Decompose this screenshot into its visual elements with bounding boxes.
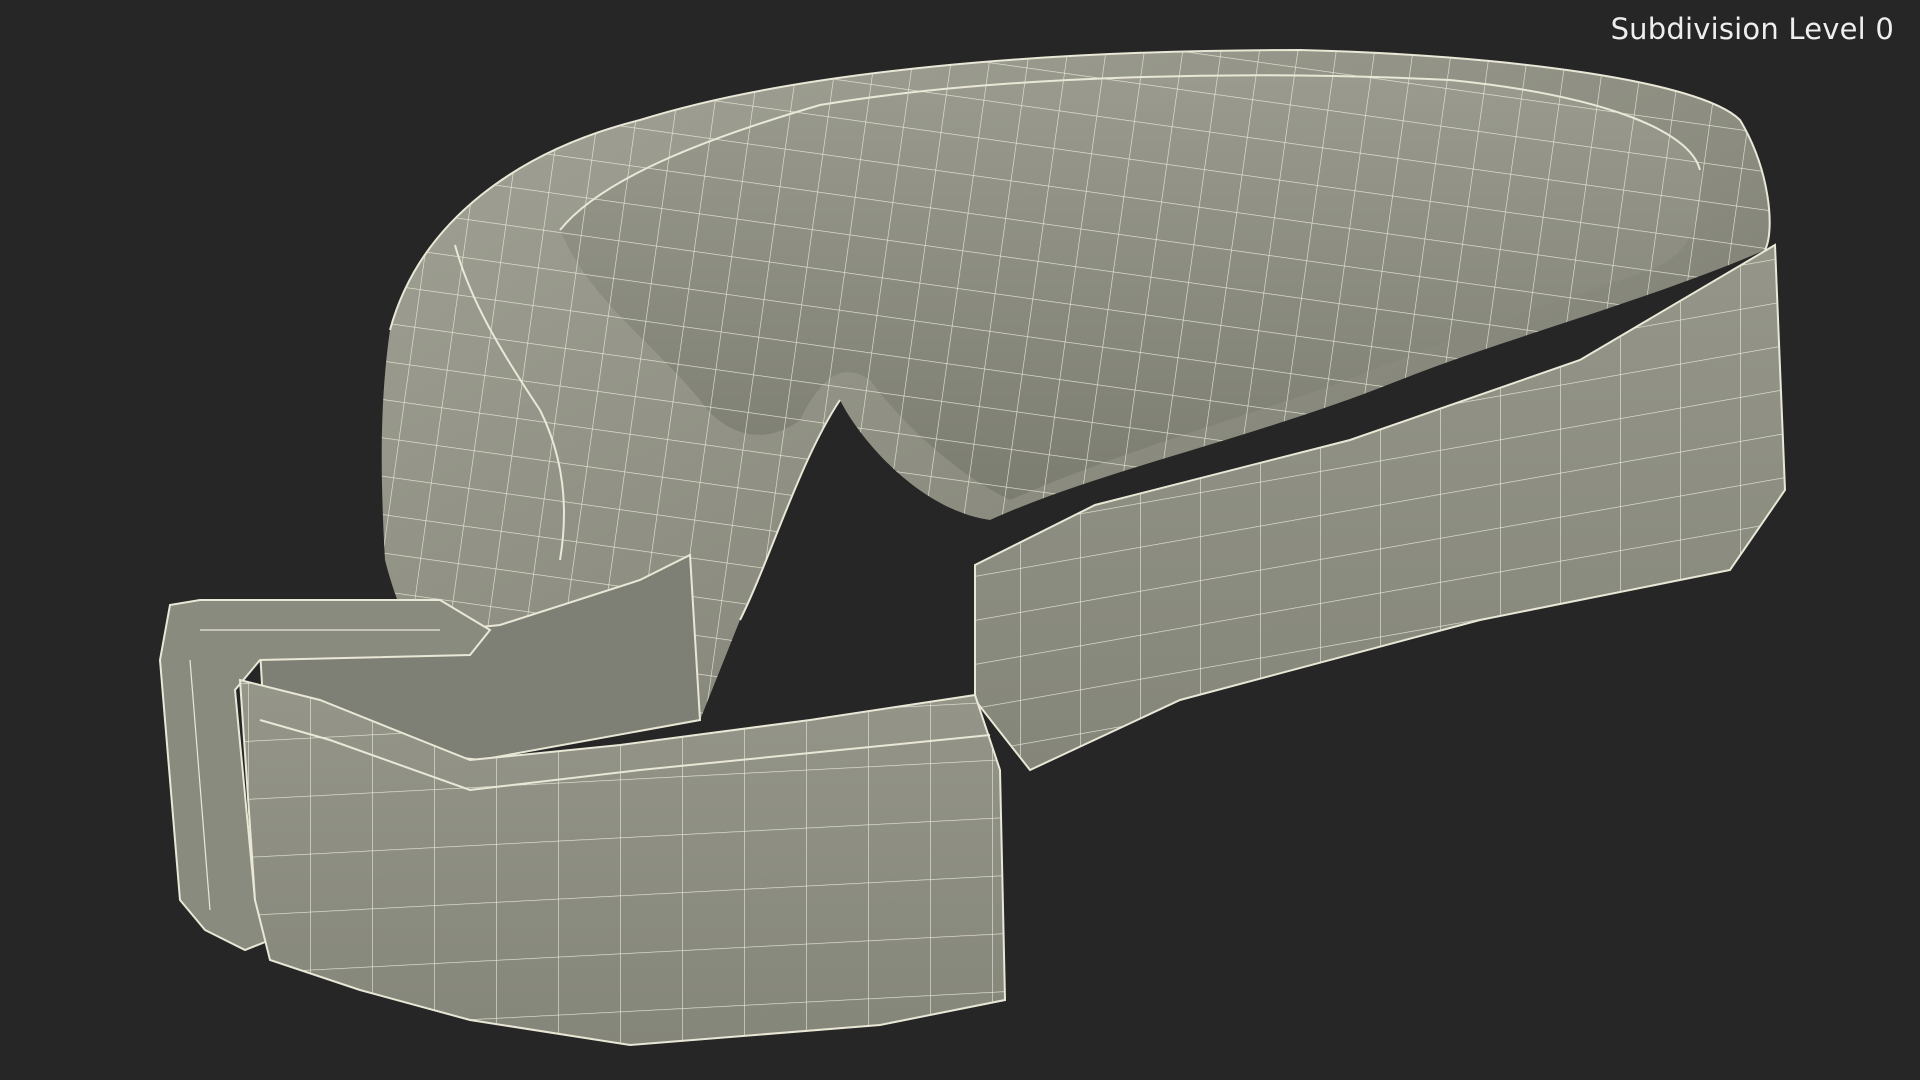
render-viewport: Subdivision Level 0: [0, 0, 1920, 1080]
subdivision-level-label: Subdivision Level 0: [1610, 12, 1894, 46]
wireframe-strap-model: [158, 48, 1787, 1047]
